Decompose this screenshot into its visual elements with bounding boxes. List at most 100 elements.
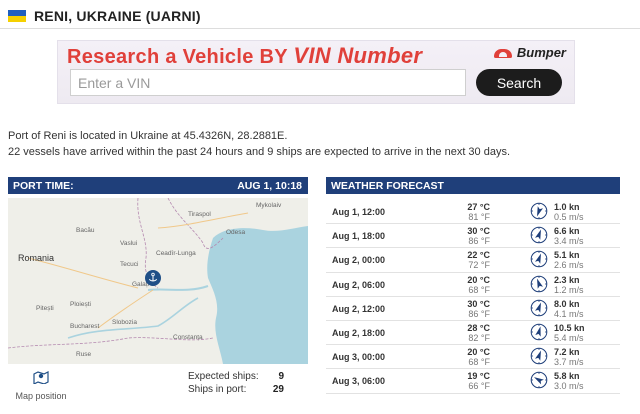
expected-ships-value: 9 (278, 371, 284, 382)
temperature: 28 °C 82 °F (466, 323, 490, 343)
map-label-ceadir: Ceadîr-Lunga (156, 250, 196, 257)
wind-speed: 10.5 kn 5.4 m/s (554, 323, 585, 343)
page-title: RENI, UKRAINE (UARNI) (34, 8, 201, 24)
temperature-celsius: 20 °C (467, 347, 490, 358)
map-label-ruse: Ruse (76, 351, 92, 358)
temperature-celsius: 27 °C (467, 202, 490, 212)
forecast-time: Aug 2, 00:00 (332, 255, 386, 266)
forecast-time: Aug 1, 18:00 (332, 231, 386, 242)
weather-row: Aug 2, 06:00 20 °C 68 °F 2.3 kn 1.2 m/s (326, 273, 620, 297)
weather-row: Aug 2, 00:00 22 °C 72 °F 5.1 kn 2.6 m/s (326, 248, 620, 273)
wind-speed: 7.2 kn 3.7 m/s (554, 347, 584, 367)
temperature: 30 °C 86 °F (466, 226, 490, 246)
weather-row: Aug 3, 06:00 19 °C 66 °F 5.8 kn 3.0 m/s (326, 369, 620, 394)
ad-brand[interactable]: Bumper (493, 45, 566, 60)
map-label-bacau: Bacău (76, 227, 95, 234)
wind-direction-icon (530, 347, 548, 365)
ad-headline: Research a Vehicle BY VIN Number (67, 43, 422, 69)
wind-speed-ms: 3.0 m/s (554, 381, 584, 392)
temperature-celsius: 30 °C (467, 226, 490, 237)
ad-headline-prefix: Research a Vehicle BY (67, 46, 294, 68)
weather-row: Aug 1, 18:00 30 °C 86 °F 6.6 kn 3.4 m/s (326, 224, 620, 249)
wind-speed-ms: 5.4 m/s (554, 332, 584, 343)
weather-row: Aug 3, 00:00 20 °C 68 °F 7.2 kn 3.7 m/s (326, 345, 620, 370)
temperature-fahrenheit: 68 °F (468, 284, 490, 295)
wind-speed-knots: 1.0 kn (554, 202, 580, 212)
wind-speed: 8.0 kn 4.1 m/s (554, 299, 584, 319)
map-label-pitesti: Pitești (36, 305, 54, 312)
port-time-label: PORT TIME: (13, 179, 74, 192)
ukraine-flag-icon (8, 10, 26, 22)
map-position-link[interactable]: Map position (14, 370, 68, 401)
forecast-time: Aug 1, 12:00 (332, 207, 386, 217)
map-label-mykolaiv: Mykolaiv (256, 202, 282, 209)
port-traffic-text: 22 vessels have arrived within the past … (8, 146, 511, 158)
weather-forecast-header: WEATHER FORECAST (326, 177, 620, 194)
temperature: 30 °C 86 °F (466, 299, 490, 319)
weather-table: Aug 1, 12:00 27 °C 81 °F 1.0 kn 0.5 m/s Aug 1… (326, 200, 620, 394)
map-label-bucharest: Bucharest (70, 323, 99, 330)
port-map[interactable]: Mykolaiv Tiraspol Bacău Odesa Vaslui Rom… (8, 198, 308, 364)
wind-speed-knots: 8.0 kn (554, 298, 580, 309)
ship-stats: Expected ships: 9 Ships in port: 29 (188, 370, 284, 396)
temperature-fahrenheit: 86 °F (468, 236, 490, 247)
temperature-fahrenheit: 82 °F (468, 332, 490, 343)
wind-speed-ms: 1.2 m/s (554, 284, 584, 295)
wind-speed-ms: 2.6 m/s (554, 260, 584, 271)
map-label-vaslui: Vaslui (120, 240, 137, 247)
wind-direction-icon (530, 323, 548, 341)
forecast-time: Aug 3, 00:00 (332, 352, 386, 363)
wind-speed-knots: 2.3 kn (554, 274, 580, 285)
temperature-celsius: 28 °C (467, 322, 490, 333)
map-label-slobozia: Slobozia (112, 319, 137, 326)
ships-in-port-row: Ships in port: 29 (188, 383, 284, 396)
anchor-pin-icon[interactable] (145, 270, 161, 286)
map-label-constanta: Constanța (173, 334, 203, 341)
wind-speed: 2.3 kn 1.2 m/s (554, 275, 584, 295)
wind-speed: 6.6 kn 3.4 m/s (554, 226, 584, 246)
wind-direction-icon (530, 202, 548, 220)
wind-speed-knots: 7.2 kn (554, 347, 580, 358)
temperature-fahrenheit: 81 °F (468, 212, 490, 222)
weather-forecast-title: WEATHER FORECAST (331, 179, 444, 192)
wind-direction-icon (530, 372, 548, 389)
map-canvas: Mykolaiv Tiraspol Bacău Odesa Vaslui Rom… (8, 198, 308, 364)
temperature: 27 °C 81 °F (466, 202, 490, 222)
weather-row: Aug 1, 12:00 27 °C 81 °F 1.0 kn 0.5 m/s (326, 200, 620, 225)
temperature-celsius: 22 °C (467, 250, 490, 261)
wind-speed-ms: 3.4 m/s (554, 236, 584, 247)
ad-brand-label: Bumper (516, 45, 566, 60)
port-time-value: AUG 1, 10:18 (237, 179, 302, 192)
search-button[interactable]: Search (476, 69, 562, 96)
temperature: 22 °C 72 °F (466, 250, 490, 270)
wind-speed-ms: 0.5 m/s (554, 212, 584, 222)
map-label-ploiesti: Ploiești (70, 301, 91, 308)
temperature-celsius: 19 °C (467, 371, 490, 382)
page-header: RENI, UKRAINE (UARNI) (8, 6, 201, 26)
forecast-time: Aug 2, 18:00 (332, 327, 386, 338)
wind-direction-icon (530, 251, 548, 268)
bumper-logo-icon (493, 47, 514, 59)
forecast-time: Aug 2, 06:00 (332, 279, 386, 290)
port-location-text: Port of Reni is located in Ukraine at 45… (8, 130, 288, 142)
wind-speed-knots: 5.8 kn (554, 371, 580, 382)
expected-ships-label: Expected ships: (188, 371, 259, 382)
weather-row: Aug 2, 12:00 30 °C 86 °F 8.0 kn 4.1 m/s (326, 297, 620, 321)
wind-speed: 1.0 kn 0.5 m/s (554, 202, 584, 222)
wind-speed-ms: 3.7 m/s (554, 357, 584, 368)
vin-ad-banner[interactable]: Research a Vehicle BY VIN Number Bumper … (57, 40, 575, 104)
temperature: 19 °C 66 °F (466, 371, 490, 391)
ships-in-port-label: Ships in port: (188, 384, 247, 395)
expected-ships-row: Expected ships: 9 (188, 370, 284, 383)
wind-speed: 5.1 kn 2.6 m/s (554, 250, 584, 270)
temperature: 20 °C 68 °F (466, 275, 490, 295)
weather-row: Aug 2, 18:00 28 °C 82 °F 10.5 kn 5.4 m/s (326, 321, 620, 346)
temperature-celsius: 30 °C (467, 298, 490, 309)
wind-direction-icon (530, 299, 548, 317)
vin-input[interactable] (70, 69, 466, 96)
forecast-time: Aug 3, 06:00 (332, 376, 386, 387)
port-description: Port of Reni is located in Ukraine at 45… (8, 128, 510, 160)
map-position-icon (33, 371, 49, 385)
temperature-fahrenheit: 68 °F (468, 357, 490, 368)
port-time-header: PORT TIME: AUG 1, 10:18 (8, 177, 308, 194)
